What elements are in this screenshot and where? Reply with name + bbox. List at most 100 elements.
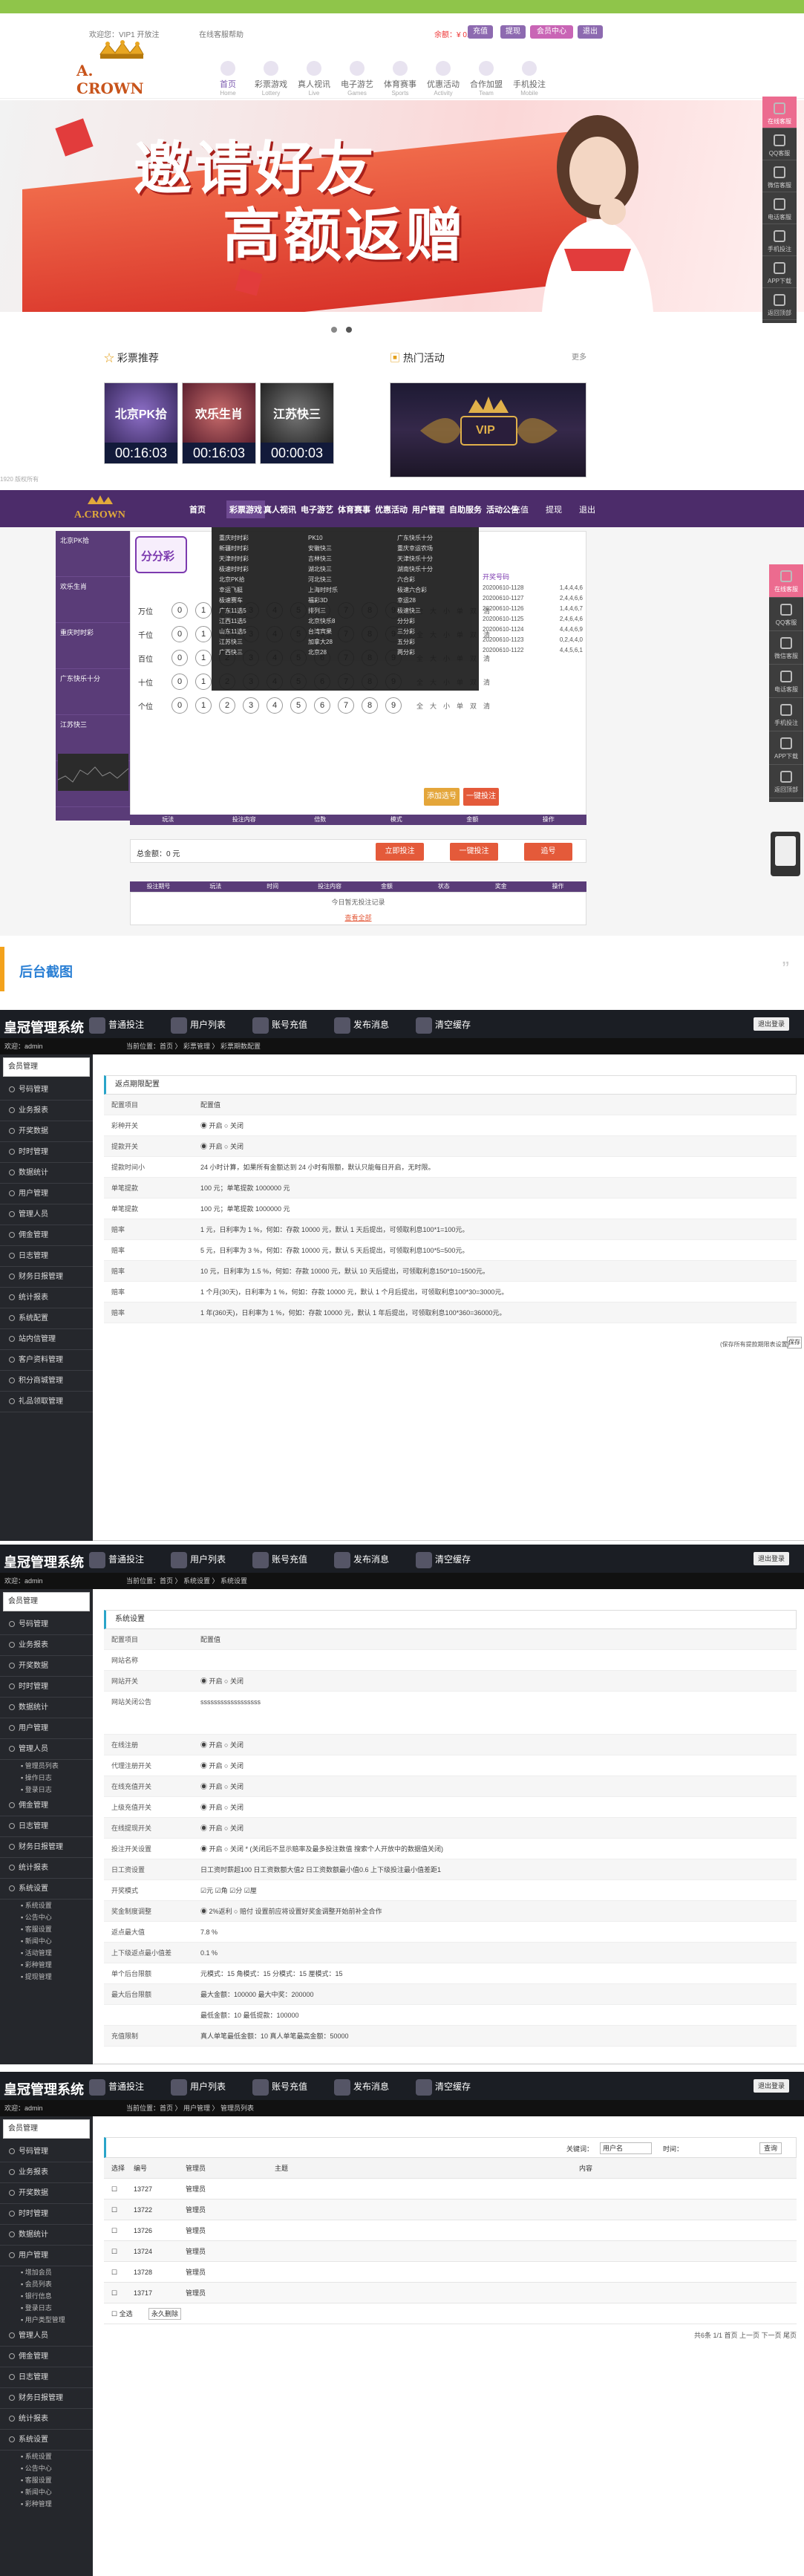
dropdown-item[interactable]: 三分彩 (397, 627, 433, 637)
form-value[interactable]: 0.1 % (200, 1943, 218, 1963)
sidebar-menu-item[interactable]: 开奖数据 (0, 1656, 93, 1677)
sidebar-subitem[interactable]: ▪ 会员列表 (0, 2278, 93, 2290)
side-rail-item[interactable]: 在线客服 (769, 564, 803, 598)
select-all-checkbox[interactable]: ☐ 全选 (111, 2303, 133, 2324)
admin-toolbar-3[interactable]: 发布消息 (334, 2079, 389, 2096)
admin-toolbar-0[interactable]: 普通投注 (89, 1017, 144, 1034)
dropdown-item[interactable]: 安徽快三 (308, 544, 338, 554)
nav-item-5[interactable]: 优惠活动 Activity (422, 61, 465, 97)
table-row[interactable]: ☐ 13724 管理员 (104, 2241, 797, 2262)
form-value[interactable]: 100 元；单笔提款 1000000 元 (200, 1178, 290, 1199)
quick-select-button[interactable]: 全 (416, 701, 423, 711)
dropdown-item[interactable]: 天津时时彩 (219, 554, 249, 564)
sidebar-menu-item[interactable]: 管理人员 (0, 1204, 93, 1225)
nav-item-2[interactable]: 真人视讯 Live (292, 61, 336, 97)
form-value[interactable]: 24 小时计算，如果所有金额达到 24 小时有限额，默认只能每日开启，无时限。 (200, 1157, 435, 1178)
form-value[interactable]: ◉ 开启 ○ 关闭 (200, 1776, 244, 1797)
quick-bet-button[interactable]: 一键投注 (463, 788, 499, 806)
sidebar-menu-item[interactable]: 数据统计 (0, 2225, 93, 2246)
sidebar-menu-item[interactable]: 系统配置 (0, 1308, 93, 1329)
number-ball[interactable]: 0 (171, 674, 188, 690)
sidebar-menu-item[interactable]: 日志管理 (0, 1246, 93, 1267)
side-rail-item[interactable]: 微信客服 (762, 160, 797, 192)
number-ball[interactable]: 0 (171, 602, 188, 619)
logout-button[interactable]: 退出 (578, 25, 603, 39)
sidebar-menu-item[interactable]: 时时管理 (0, 1142, 93, 1163)
game-card-k3[interactable]: 江苏快三 00:00:03 (260, 382, 334, 464)
lottery-nav-4[interactable]: 体育赛事 (338, 503, 370, 515)
form-value[interactable]: ☑元 ☑角 ☑分 ☑厘 (200, 1880, 257, 1901)
form-value[interactable]: 日工资时薪超100 日工资数额大值2 日工资数额最小值0.6 上下级投注最小值差… (200, 1859, 441, 1880)
mobile-qr-widget[interactable] (771, 832, 800, 876)
lottery-category-item[interactable]: 欢乐生肖 (56, 577, 130, 623)
form-value[interactable]: ◉ 开启 ○ 关闭 (200, 1671, 244, 1692)
number-ball[interactable]: 3 (243, 697, 259, 714)
sidebar-menu-item[interactable]: 财务日报管理 (0, 1267, 93, 1288)
side-rail-item[interactable]: 返回顶部 (762, 288, 797, 320)
form-value[interactable]: ◉ 开启 ○ 关闭 (200, 1755, 244, 1776)
one-click-bet-button[interactable]: 一键投注 (450, 843, 498, 861)
sidebar-subitem[interactable]: ▪ 公告中心 (0, 2462, 93, 2474)
number-ball[interactable]: 1 (195, 602, 212, 619)
sidebar-subitem[interactable]: ▪ 用户类型管理 (0, 2314, 93, 2326)
lottery-nav-7[interactable]: 自助服务 (449, 503, 482, 515)
dropdown-item[interactable]: 吉林快三 (308, 554, 338, 564)
number-ball[interactable]: 1 (195, 626, 212, 642)
dropdown-item[interactable]: 河北快三 (308, 575, 338, 585)
admin-toolbar-1[interactable]: 用户列表 (171, 1017, 226, 1034)
row-checkbox[interactable]: ☐ (111, 2179, 117, 2200)
game-card-pk10[interactable]: 北京PK拾 00:16:03 (104, 382, 178, 464)
quick-select-button[interactable]: 单 (457, 701, 463, 711)
row-checkbox[interactable]: ☐ (111, 2200, 117, 2220)
table-row[interactable]: ☐ 13726 管理员 (104, 2220, 797, 2241)
side-rail-item[interactable]: 返回顶部 (769, 765, 803, 798)
lottery-nav-0[interactable]: 首页 (189, 503, 206, 515)
row-checkbox[interactable]: ☐ (111, 2241, 117, 2262)
row-checkbox[interactable]: ☐ (111, 2220, 117, 2241)
number-ball[interactable]: 1 (195, 650, 212, 666)
nav-item-0[interactable]: 首页 Home (206, 61, 249, 97)
form-value[interactable]: 最低金额：10 最低提款：100000 (200, 2005, 299, 2026)
site-logo[interactable]: A. CROWN (71, 39, 160, 97)
table-row[interactable]: ☐ 13717 管理员 (104, 2283, 797, 2303)
dropdown-item[interactable]: 幸运28 (397, 596, 433, 606)
lottery-category-item[interactable]: 重庆时时彩 (56, 623, 130, 669)
sidebar-menu-item[interactable]: 时时管理 (0, 2204, 93, 2225)
sidebar-menu-item[interactable]: 系统设置 (0, 2430, 93, 2451)
sidebar-menu-item[interactable]: 数据统计 (0, 1163, 93, 1184)
row-checkbox[interactable]: ☐ (111, 2262, 117, 2283)
game-card-zodiac[interactable]: 欢乐生肖 00:16:03 (182, 382, 256, 464)
side-rail-item[interactable]: 手机投注 (762, 224, 797, 256)
admin-toolbar-4[interactable]: 清空缓存 (416, 1552, 471, 1568)
number-ball[interactable]: 9 (385, 697, 402, 714)
sidebar-menu-item[interactable]: 业务报表 (0, 1635, 93, 1656)
number-ball[interactable]: 1 (195, 697, 212, 714)
number-ball[interactable]: 4 (267, 697, 283, 714)
dropdown-item[interactable]: 极速六合彩 (397, 585, 433, 596)
sidebar-menu-item[interactable]: 财务日报管理 (0, 2388, 93, 2409)
dropdown-item[interactable]: 排列三 (308, 606, 338, 616)
form-value[interactable]: ◉ 开启 ○ 关闭 (200, 1136, 244, 1157)
form-value[interactable]: ◉ 开启 ○ 关闭 (200, 1735, 244, 1755)
sidebar-subitem[interactable]: ▪ 银行信息 (0, 2290, 93, 2302)
form-value[interactable]: ◉ 开启 ○ 关闭 (200, 1797, 244, 1818)
lottery-category-item[interactable]: 广东快乐十分 (56, 669, 130, 715)
lottery-logo[interactable]: A.CROWN (59, 494, 141, 524)
number-ball[interactable]: 5 (290, 697, 307, 714)
delete-button[interactable]: 永久删除 (148, 2308, 182, 2320)
number-ball[interactable]: 0 (171, 697, 188, 714)
dropdown-item[interactable]: 福彩3D (308, 596, 338, 606)
sidebar-subitem[interactable]: ▪ 增加会员 (0, 2266, 93, 2278)
lottery-nav-2[interactable]: 真人视讯 (264, 503, 296, 515)
admin-toolbar-2[interactable]: 账号充值 (252, 1017, 307, 1034)
help-link[interactable]: 在线客服帮助 (199, 28, 244, 39)
dropdown-item[interactable]: 上海时时乐 (308, 585, 338, 596)
sidebar-menu-item[interactable]: 财务日报管理 (0, 1837, 93, 1858)
hot-activity-image[interactable]: VIP (390, 382, 586, 477)
search-button[interactable]: 查询 (759, 2142, 782, 2154)
sidebar-menu-item[interactable]: 用户管理 (0, 2246, 93, 2266)
side-rail-item[interactable]: APP下载 (769, 731, 803, 765)
sidebar-subitem[interactable]: ▪ 系统设置 (0, 2451, 93, 2462)
search-type-select[interactable]: 用户名 (600, 2142, 652, 2154)
admin-toolbar-0[interactable]: 普通投注 (89, 1552, 144, 1568)
